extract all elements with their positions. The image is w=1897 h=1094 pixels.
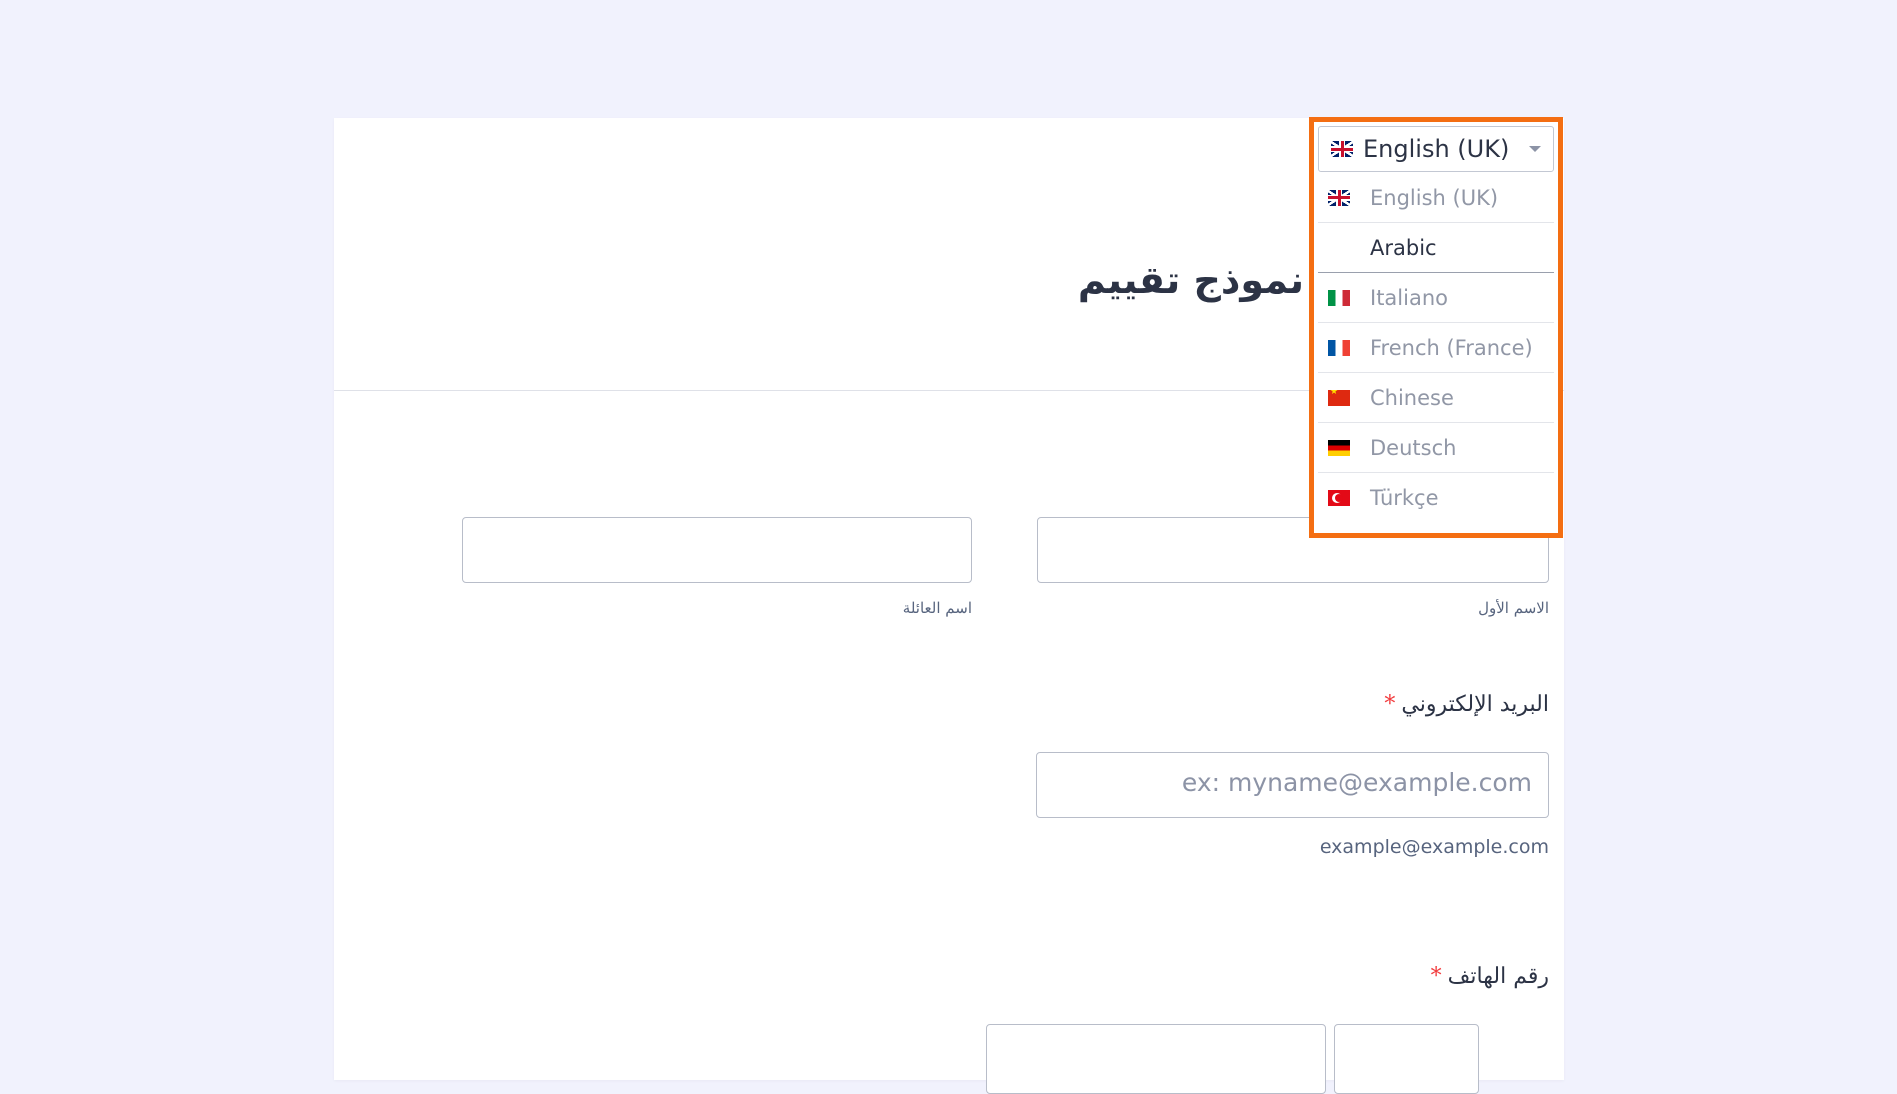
first-name-sublabel: الاسم الأول bbox=[1478, 599, 1549, 617]
language-option-deutsch[interactable]: Deutsch bbox=[1318, 423, 1554, 473]
language-option-turkce[interactable]: Türkçe bbox=[1318, 473, 1554, 523]
language-option-label: Italiano bbox=[1370, 285, 1448, 310]
language-options-list: English (UK) Arabic Italiano French (Fra… bbox=[1318, 173, 1554, 523]
uk-flag-icon bbox=[1328, 189, 1350, 206]
language-option-arabic[interactable]: Arabic bbox=[1318, 223, 1554, 273]
france-flag-icon bbox=[1328, 339, 1350, 356]
phone-number-input[interactable] bbox=[986, 1024, 1326, 1094]
turkey-flag-icon bbox=[1328, 490, 1350, 506]
language-select-value: English (UK) bbox=[1363, 135, 1510, 163]
language-select[interactable]: English (UK) bbox=[1318, 126, 1554, 172]
required-mark: * bbox=[1430, 964, 1442, 989]
language-option-label: Chinese bbox=[1370, 385, 1454, 410]
language-option-label: Deutsch bbox=[1370, 435, 1457, 460]
phone-label: رقم الهاتف* bbox=[1431, 964, 1549, 989]
language-option-label: French (France) bbox=[1370, 335, 1533, 360]
phone-label-text: رقم الهاتف bbox=[1447, 964, 1549, 989]
last-name-sublabel: اسم العائلة bbox=[902, 599, 972, 617]
email-input[interactable]: ex: myname@example.com bbox=[1036, 752, 1549, 818]
language-option-french[interactable]: French (France) bbox=[1318, 323, 1554, 373]
email-helper-text: example@example.com bbox=[1319, 836, 1549, 858]
chevron-down-icon bbox=[1529, 146, 1541, 152]
email-placeholder: ex: myname@example.com bbox=[1181, 768, 1532, 797]
email-label-text: البريد الإلكتروني bbox=[1401, 692, 1549, 717]
italy-flag-icon bbox=[1328, 289, 1350, 306]
email-label: البريد الإلكتروني* bbox=[1384, 692, 1549, 717]
uk-flag-icon bbox=[1331, 141, 1353, 157]
language-option-chinese[interactable]: Chinese bbox=[1318, 373, 1554, 423]
germany-flag-icon bbox=[1328, 439, 1350, 456]
china-flag-icon bbox=[1328, 389, 1350, 406]
language-option-english-uk[interactable]: English (UK) bbox=[1318, 173, 1554, 223]
last-name-input[interactable] bbox=[462, 517, 972, 583]
form-title: نموذج تقييم bbox=[1077, 258, 1304, 302]
phone-area-code-input[interactable] bbox=[1334, 1024, 1479, 1094]
language-option-label: English (UK) bbox=[1370, 185, 1499, 210]
language-option-label: Türkçe bbox=[1370, 486, 1439, 510]
required-mark: * bbox=[1384, 692, 1396, 717]
language-option-italiano[interactable]: Italiano bbox=[1318, 273, 1554, 323]
language-option-label: Arabic bbox=[1370, 235, 1437, 260]
language-selector-highlight: English (UK) English (UK) Arabic Italian… bbox=[1309, 117, 1563, 538]
